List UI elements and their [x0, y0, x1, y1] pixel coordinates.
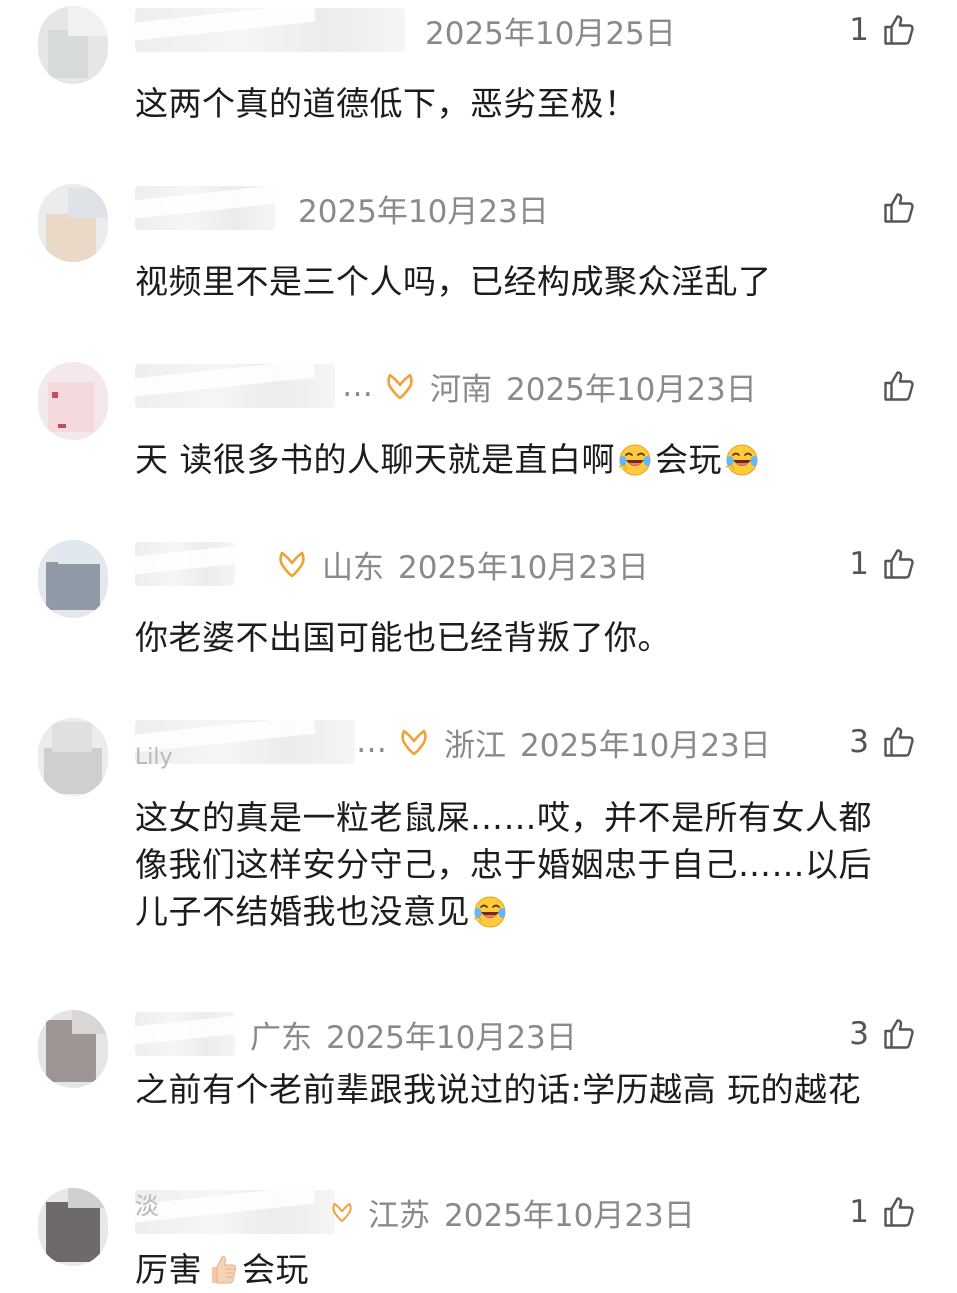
username-blurred[interactable]: [135, 1190, 335, 1234]
like-count: 1: [849, 1194, 869, 1230]
comment-item: … 河南 2025年10月23日 天 读很多书的人聊天就是直白啊 会玩: [0, 356, 957, 534]
like-button[interactable]: 1: [849, 1192, 917, 1232]
thumbs-up-icon[interactable]: [881, 368, 917, 404]
comment-text-part: 厉害: [135, 1250, 202, 1289]
comment-text-part: 儿子不结婚我也没意见: [135, 892, 470, 931]
laughing-crying-emoji-icon: [617, 441, 653, 477]
fan-badge-icon: [330, 1196, 354, 1228]
comment-text: 视频里不是三个人吗，已经构成聚众淫乱了: [135, 262, 772, 301]
like-count: 1: [849, 546, 869, 582]
comment-text-part: 会玩: [655, 440, 722, 479]
username-blurred[interactable]: [135, 8, 405, 52]
comment-meta: 江苏 2025年10月23日: [330, 1192, 695, 1234]
comment-item: 山东 2025年10月23日 1 你老婆不出国可能也已经背叛了你。: [0, 534, 957, 712]
username-blurred[interactable]: [135, 1012, 235, 1056]
avatar[interactable]: [38, 6, 108, 84]
thumbs-up-icon[interactable]: [881, 12, 917, 48]
comment-meta: 广东 2025年10月23日: [250, 1014, 577, 1056]
comment-meta: 山东 2025年10月23日: [276, 544, 649, 586]
username-blurred[interactable]: [135, 186, 275, 230]
comment-meta: 2025年10月23日: [298, 188, 549, 230]
username-fragment: Lily: [135, 744, 173, 770]
like-button[interactable]: 3: [849, 1014, 917, 1054]
comment-text-part: 会玩: [242, 1250, 309, 1289]
comment-text: 这女的真是一粒老鼠屎……哎，并不是所有女人都 像我们这样安分守己，忠于婚姻忠于自…: [135, 794, 920, 935]
comment-text: 之前有个老前辈跟我说过的话:学历越高 玩的越花: [135, 1070, 862, 1109]
like-count: 3: [849, 724, 869, 760]
comment-date: 2025年10月23日: [520, 727, 771, 764]
comment-region: 广东: [250, 1019, 312, 1056]
laughing-crying-emoji-icon: [472, 893, 508, 929]
comment-text: 这两个真的道德低下，恶劣至极！: [135, 84, 638, 123]
thumbs-up-icon[interactable]: [881, 1016, 917, 1052]
comment-item: 淡 江苏 2025年10月23日 1 厉害 会玩: [0, 1182, 957, 1289]
like-button[interactable]: [869, 188, 917, 228]
avatar[interactable]: [38, 184, 108, 262]
comment-date: 2025年10月23日: [326, 1019, 577, 1056]
username-ellipsis: …: [342, 368, 374, 404]
comment-text-line: 像我们这样安分守己，忠于婚姻忠于自己……以后: [135, 845, 872, 884]
username-ellipsis: …: [356, 724, 388, 760]
fan-badge-icon: [398, 726, 430, 758]
comment-text-part: 天 读很多书的人聊天就是直白啊: [135, 440, 615, 479]
comment-meta: 淡: [135, 1188, 159, 1220]
fan-badge-icon: [276, 548, 308, 580]
comment-date: 2025年10月25日: [425, 15, 676, 52]
comment-item: 广东 2025年10月23日 3 之前有个老前辈跟我说过的话:学历越高 玩的越花: [0, 1004, 957, 1182]
thumbs-up-icon[interactable]: [881, 190, 917, 226]
like-button[interactable]: 1: [849, 10, 917, 50]
username-fragment: 淡: [135, 1191, 159, 1220]
like-count: 3: [849, 1016, 869, 1052]
comment-item: Lily … 浙江 2025年10月23日 3 这女的真是一粒老鼠屎……哎，并不…: [0, 712, 957, 982]
username-blurred[interactable]: [135, 364, 335, 408]
comment-item: 2025年10月25日 1 这两个真的道德低下，恶劣至极！: [0, 0, 957, 178]
comment-date: 2025年10月23日: [506, 371, 757, 408]
thumbs-up-icon[interactable]: [881, 1194, 917, 1230]
comment-date: 2025年10月23日: [444, 1197, 695, 1234]
comment-text: 你老婆不出国可能也已经背叛了你。: [135, 618, 671, 657]
thumbs-up-icon[interactable]: [881, 546, 917, 582]
comment-meta: 2025年10月25日: [425, 10, 676, 52]
like-button[interactable]: [869, 366, 917, 406]
comment-text-line: 这女的真是一粒老鼠屎……哎，并不是所有女人都: [135, 798, 872, 837]
avatar[interactable]: [38, 1010, 108, 1088]
fan-badge-icon: [384, 370, 416, 402]
like-button[interactable]: 3: [849, 722, 917, 762]
comment-text: 天 读很多书的人聊天就是直白啊 会玩: [135, 436, 920, 483]
comment-item: 2025年10月23日 视频里不是三个人吗，已经构成聚众淫乱了: [0, 178, 957, 356]
avatar[interactable]: [38, 1188, 108, 1266]
like-count: 1: [849, 12, 869, 48]
comment-date: 2025年10月23日: [398, 549, 649, 586]
thumbs-up-icon[interactable]: [881, 724, 917, 760]
comment-date: 2025年10月23日: [298, 193, 549, 230]
comment-region: 浙江: [444, 727, 506, 764]
comment-region: 河南: [430, 371, 492, 408]
like-button[interactable]: 1: [849, 544, 917, 584]
avatar[interactable]: [38, 718, 108, 796]
avatar[interactable]: [38, 540, 108, 618]
thumbs-up-emoji-icon: [204, 1251, 240, 1287]
comment-region: 江苏: [368, 1197, 430, 1234]
laughing-crying-emoji-icon: [724, 441, 760, 477]
username-blurred[interactable]: [135, 542, 235, 586]
avatar[interactable]: [38, 362, 108, 440]
comment-meta: … 河南 2025年10月23日: [342, 366, 757, 408]
comment-text-line-last: 儿子不结婚我也没意见: [135, 888, 920, 935]
comment-meta: Lily: [135, 742, 173, 772]
comment-text: 厉害 会玩: [135, 1246, 920, 1293]
comment-region: 山东: [322, 549, 384, 586]
comment-meta: … 浙江 2025年10月23日: [356, 722, 771, 764]
